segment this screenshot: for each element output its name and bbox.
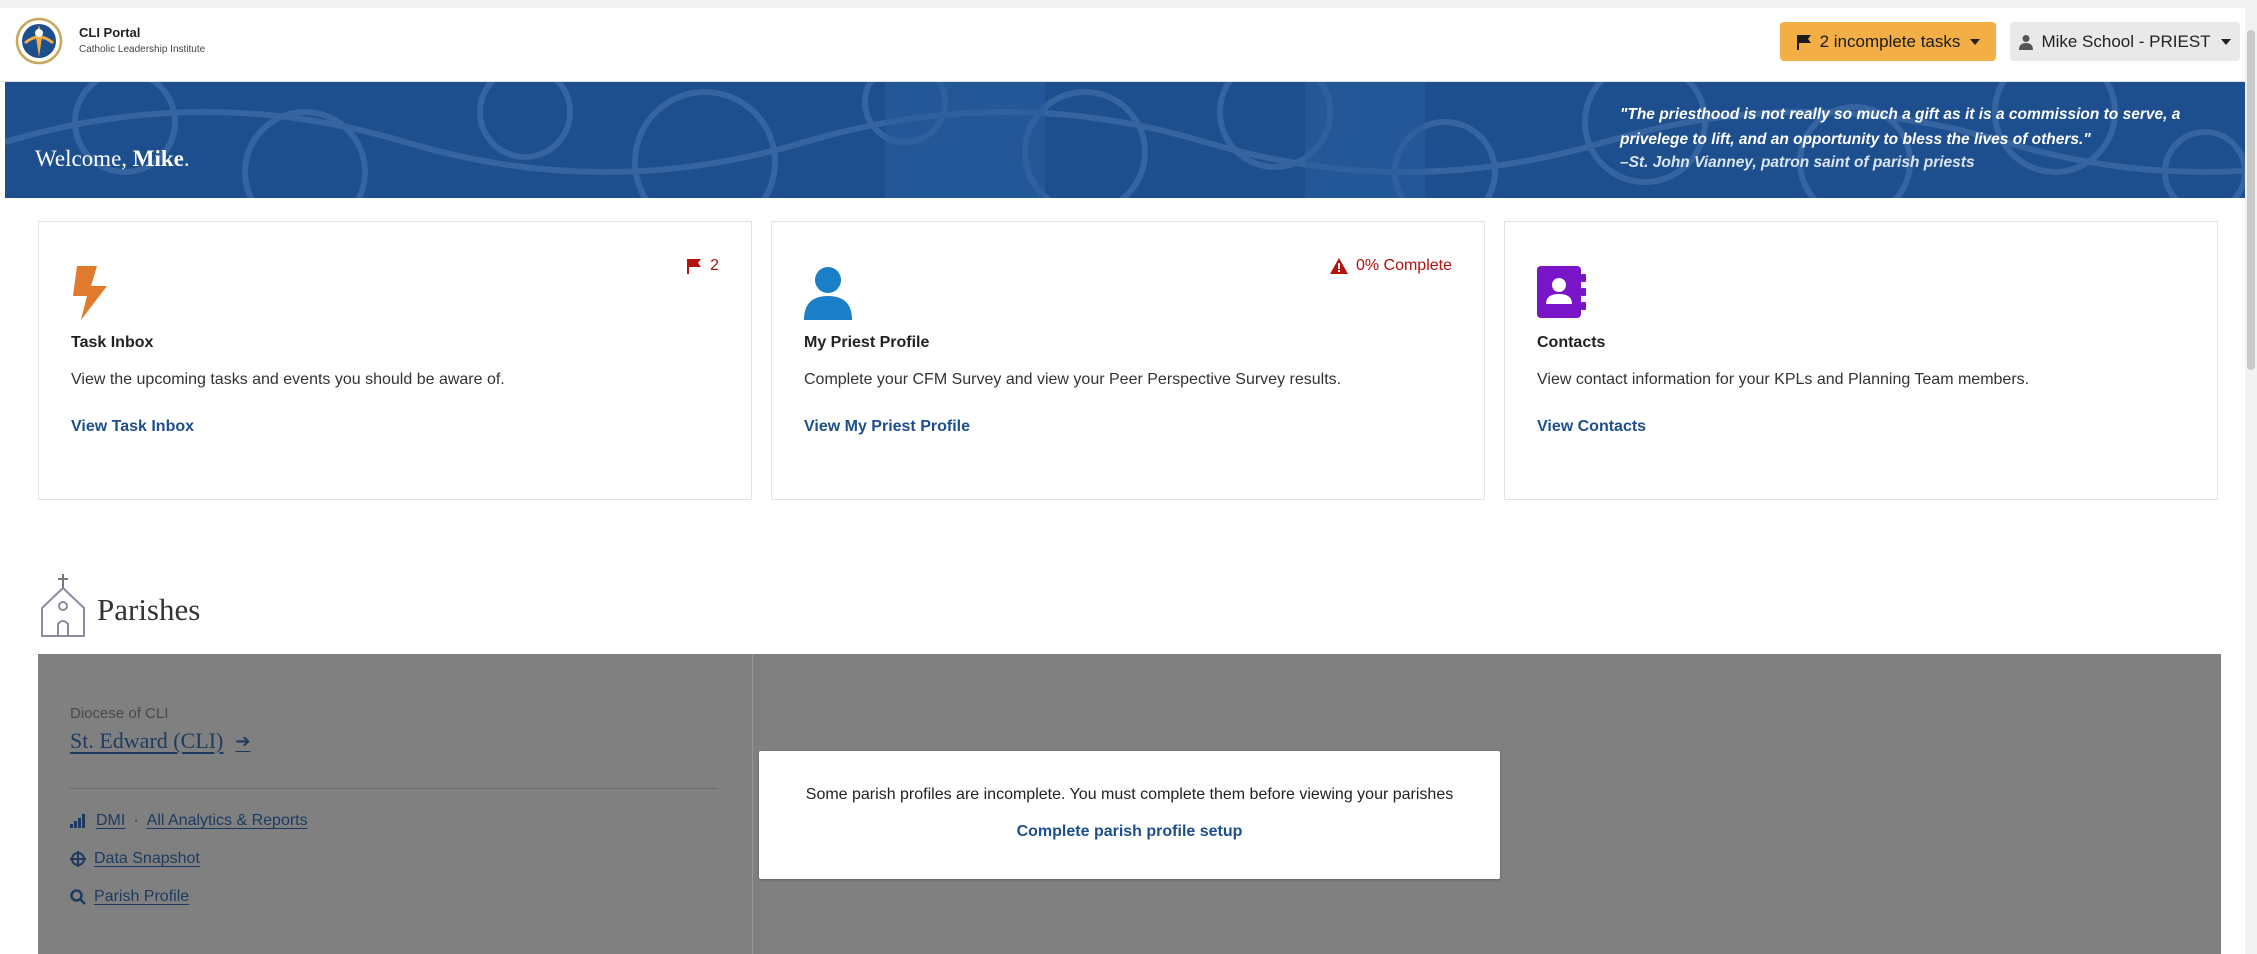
parish-panel: Diocese of CLI St. Edward (CLI) ➔ DMI · … (38, 654, 753, 954)
modal-message: Some parish profiles are incomplete. You… (805, 786, 1454, 803)
view-task-inbox-link[interactable]: View Task Inbox (71, 418, 194, 436)
card-title: Contacts (1537, 334, 1606, 351)
flag-icon (687, 259, 702, 274)
contacts-card: Contacts View contact information for yo… (1504, 221, 2218, 500)
signal-bars-icon (70, 814, 85, 828)
user-icon (2019, 34, 2034, 50)
divider (70, 788, 718, 789)
arrow-right-icon: ➔ (235, 730, 251, 752)
crosshair-icon (70, 851, 86, 867)
all-analytics-link[interactable]: All Analytics & Reports (147, 812, 308, 830)
complete-profile-setup-link[interactable]: Complete parish profile setup (759, 823, 1500, 841)
dmi-link[interactable]: DMI (96, 812, 125, 830)
profile-completion-badge: 0% Complete (1329, 257, 1452, 275)
warning-icon (1329, 258, 1348, 274)
card-description: View the upcoming tasks and events you s… (71, 371, 505, 388)
card-description: Complete your CFM Survey and view your P… (804, 371, 1342, 388)
welcome-message: Welcome, Mike. (35, 146, 190, 171)
banner-quote: "The priesthood is not really so much a … (1620, 106, 2181, 148)
task-inbox-card: 2 Task Inbox View the upcoming tasks and… (38, 221, 752, 500)
parish-name-link[interactable]: St. Edward (CLI) ➔ (70, 728, 250, 754)
top-navbar: CLI Portal Catholic Leadership Institute… (0, 8, 2245, 82)
flag-icon (1796, 34, 1811, 50)
separator-dot: · (133, 812, 139, 829)
incomplete-tasks-dropdown[interactable]: 2 incomplete tasks (1780, 22, 1996, 61)
data-snapshot-link[interactable]: Data Snapshot (94, 850, 200, 868)
profile-row: Parish Profile (70, 888, 189, 906)
welcome-banner: Welcome, Mike. "The priesthood is not re… (5, 82, 2245, 198)
caret-down-icon (1970, 38, 1981, 45)
quote-attribution: –St. John Vianney, patron saint of paris… (1620, 154, 1975, 171)
welcome-name: Mike (132, 146, 184, 171)
address-book-icon (1537, 266, 1586, 318)
app-frame: CLI Portal Catholic Leadership Institute… (0, 8, 2245, 954)
analytics-row: DMI · All Analytics & Reports (70, 812, 308, 830)
card-title: My Priest Profile (804, 334, 930, 351)
church-icon (41, 574, 85, 637)
card-title: Task Inbox (71, 334, 154, 351)
search-icon (70, 889, 86, 905)
card-description: View contact information for your KPLs a… (1537, 371, 2030, 388)
user-menu-label: Mike School - PRIEST (2041, 31, 2211, 51)
user-menu-dropdown[interactable]: Mike School - PRIEST (2010, 22, 2240, 61)
cli-logo[interactable] (15, 17, 63, 65)
diocese-label: Diocese of CLI (70, 705, 169, 722)
person-icon (804, 267, 852, 320)
lightning-icon (73, 266, 107, 320)
view-contacts-link[interactable]: View Contacts (1537, 418, 1646, 436)
snapshot-row: Data Snapshot (70, 850, 200, 868)
brand-name: CLI Portal (79, 25, 141, 40)
incomplete-profile-modal: Some parish profiles are incomplete. You… (759, 751, 1500, 879)
scrollbar-thumb[interactable] (2247, 30, 2255, 370)
parish-profile-link[interactable]: Parish Profile (94, 888, 189, 906)
brand-subtitle: Catholic Leadership Institute (79, 44, 206, 55)
priest-profile-card: 0% Complete My Priest Profile Complete y… (771, 221, 1485, 500)
incomplete-tasks-label: 2 incomplete tasks (1819, 31, 1961, 51)
view-priest-profile-link[interactable]: View My Priest Profile (804, 418, 970, 436)
parishes-heading: Parishes (97, 592, 201, 627)
caret-down-icon (2220, 38, 2231, 45)
task-count-badge: 2 (686, 257, 719, 275)
